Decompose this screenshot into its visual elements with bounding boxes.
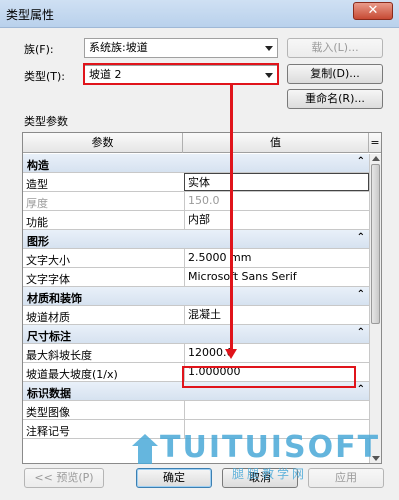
param-row: 厚度 150.0: [23, 192, 369, 211]
duplicate-button[interactable]: 复制(D)...: [287, 64, 383, 84]
family-dropdown[interactable]: 系统族:坡道: [84, 38, 278, 58]
highlight-box-type: [83, 63, 279, 85]
family-value: 系统族:坡道: [89, 41, 148, 54]
watermark-subtext: 腿腿教学网: [232, 467, 308, 481]
watermark: TUITUISOFT 腿腿教学网: [132, 430, 378, 481]
rename-button[interactable]: 重命名(R)...: [287, 89, 383, 109]
param-name: 类型图像: [26, 406, 70, 419]
close-button[interactable]: ✕: [353, 2, 393, 20]
annotation-arrow-icon: [225, 349, 237, 359]
group-name: 标识数据: [27, 387, 71, 400]
collapse-icon[interactable]: ⌃: [357, 156, 365, 167]
collapse-icon[interactable]: ⌃: [357, 327, 365, 338]
param-value-field[interactable]: 实体: [184, 173, 369, 191]
col-header-value[interactable]: 值: [183, 133, 369, 153]
window-title: 类型属性: [6, 8, 55, 22]
grid-header: 参数 值 =: [23, 133, 381, 153]
param-name: 坡道最大坡度(1/x): [26, 368, 118, 381]
param-row[interactable]: 文字大小 2.5000 mm: [23, 249, 369, 268]
param-value[interactable]: 内部: [184, 211, 369, 229]
group-name: 构造: [27, 159, 49, 172]
col-header-formula[interactable]: =: [369, 133, 381, 153]
param-row[interactable]: 类型图像: [23, 401, 369, 420]
param-name: 坡道材质: [26, 311, 70, 324]
collapse-icon[interactable]: ⌃: [357, 232, 365, 243]
param-value[interactable]: 2.5000 mm: [184, 249, 369, 267]
annotation-arrow-line: [230, 85, 233, 349]
param-value: 150.0: [184, 192, 369, 210]
type-parameters-grid: 参数 值 = 构造 ⌃ 造型 实体 厚度 150.0 功能 内部 图形 ⌃ 文字大小 2.5…: [22, 132, 382, 464]
param-row[interactable]: 最大斜坡长度 12000.0: [23, 344, 369, 363]
param-row[interactable]: 功能 内部: [23, 211, 369, 230]
param-value[interactable]: Microsoft Sans Serif: [184, 268, 369, 286]
vertical-scrollbar[interactable]: [369, 154, 381, 463]
param-name: 文字字体: [26, 273, 70, 286]
param-value[interactable]: 混凝土: [184, 306, 369, 324]
param-row[interactable]: 造型 实体: [23, 173, 369, 192]
group-dimensions[interactable]: 尺寸标注 ⌃: [23, 325, 369, 344]
param-value[interactable]: [184, 401, 369, 419]
watermark-text: TUITUISOFT: [160, 430, 381, 465]
group-name: 尺寸标注: [27, 330, 71, 343]
param-name: 造型: [26, 178, 48, 191]
grid-rows: 构造 ⌃ 造型 实体 厚度 150.0 功能 内部 图形 ⌃ 文字大小 2.5000 mm …: [23, 154, 369, 439]
col-header-param[interactable]: 参数: [23, 133, 183, 153]
param-value[interactable]: 12000.0: [184, 344, 369, 362]
group-graphics[interactable]: 图形 ⌃: [23, 230, 369, 249]
param-name: 功能: [26, 216, 48, 229]
watermark-logo-icon: [132, 434, 158, 464]
family-label: 族(F):: [24, 43, 54, 56]
highlight-box-slope: [182, 366, 356, 388]
param-name: 文字大小: [26, 254, 70, 267]
group-materials[interactable]: 材质和装饰 ⌃: [23, 287, 369, 306]
param-name: 最大斜坡长度: [26, 349, 92, 362]
scroll-thumb[interactable]: [371, 164, 380, 324]
group-name: 材质和装饰: [27, 292, 82, 305]
group-construction[interactable]: 构造 ⌃: [23, 154, 369, 173]
collapse-icon[interactable]: ⌃: [357, 289, 365, 300]
param-row[interactable]: 文字字体 Microsoft Sans Serif: [23, 268, 369, 287]
type-label: 类型(T):: [24, 70, 66, 83]
collapse-icon[interactable]: ⌃: [357, 384, 365, 395]
load-button[interactable]: 载入(L)...: [287, 38, 383, 58]
param-row[interactable]: 坡道材质 混凝土: [23, 306, 369, 325]
scroll-up-icon[interactable]: [372, 156, 380, 161]
type-params-label: 类型参数: [24, 115, 68, 128]
title-bar: 类型属性 ✕: [0, 0, 399, 28]
chevron-down-icon: [265, 46, 273, 51]
param-name: 厚度: [26, 197, 48, 210]
group-name: 图形: [27, 235, 49, 248]
preview-button[interactable]: << 预览(P): [24, 468, 104, 488]
